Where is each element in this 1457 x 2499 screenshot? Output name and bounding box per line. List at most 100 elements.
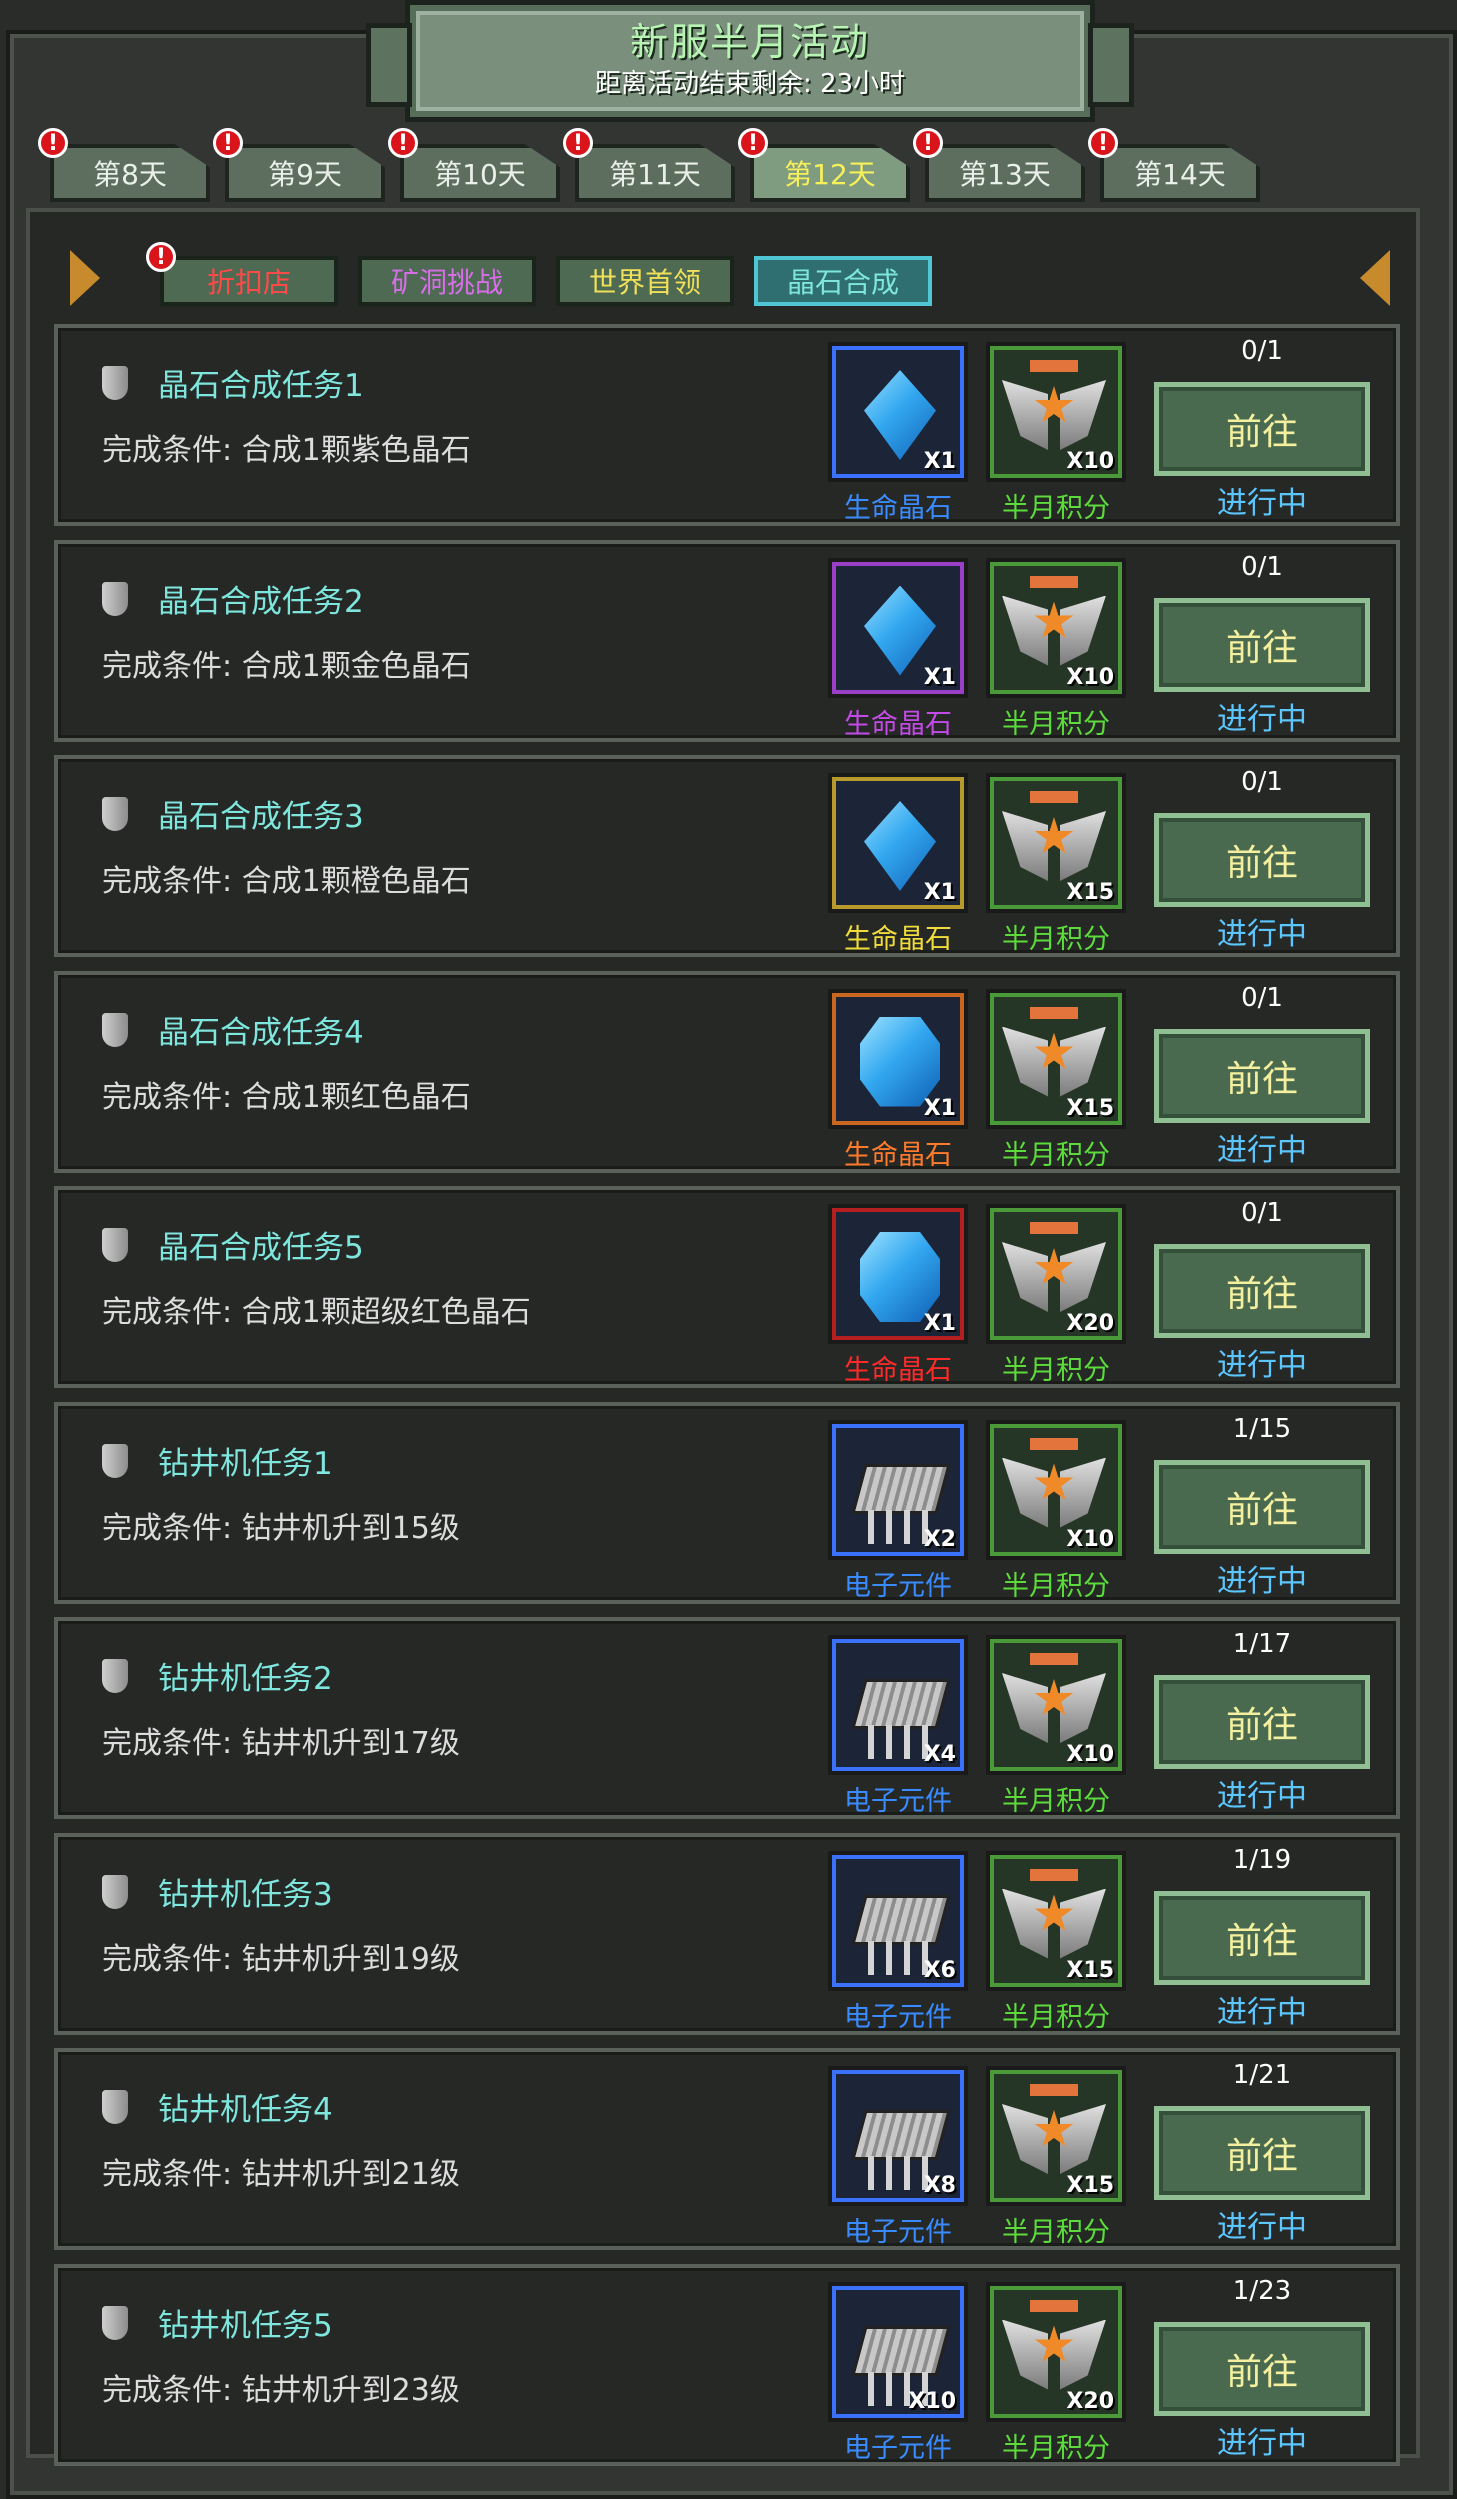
emblem-wing xyxy=(1060,595,1106,666)
item-reward-slot[interactable]: X1 xyxy=(828,342,968,482)
go-button[interactable]: 前往 xyxy=(1154,1890,1370,1985)
points-reward-slot[interactable]: X15 xyxy=(986,2066,1126,2206)
eagle-emblem-icon xyxy=(1002,2296,1106,2400)
emblem-wing xyxy=(1060,2319,1106,2390)
go-button[interactable]: 前往 xyxy=(1154,597,1370,692)
day-tab-wrap: 第8天! xyxy=(38,128,220,202)
shield-icon xyxy=(102,1012,128,1047)
points-reward-slot[interactable]: X15 xyxy=(986,1850,1126,1991)
item-name: 生命晶石 xyxy=(844,493,952,524)
day-tab[interactable]: 第8天 xyxy=(50,144,210,202)
points-quantity: X20 xyxy=(1066,1311,1114,1336)
go-button[interactable]: 前往 xyxy=(1154,2106,1370,2200)
day-tab[interactable]: 第9天 xyxy=(225,144,385,202)
emblem-bar xyxy=(1030,575,1078,588)
go-button[interactable]: 前往 xyxy=(1154,382,1370,476)
points-reward-slot[interactable]: X15 xyxy=(986,988,1126,1129)
task-status: 进行中 xyxy=(1217,2425,1307,2461)
emblem-bar xyxy=(1030,791,1078,803)
emblem-wing xyxy=(1002,811,1048,881)
task-status: 进行中 xyxy=(1217,917,1307,952)
task-row: 钻井机任务5 完成条件: 钻井机升到23级 X10 电子元件 X20 半月积分 1/23 前往… xyxy=(54,2263,1400,2466)
item-reward-slot[interactable]: X1 xyxy=(828,557,968,698)
task-title: 钻井机任务5 xyxy=(158,2307,333,2344)
task-panel: 折扣店! 矿洞挑战 世界首领 晶石合成 晶石合成任务1 完成条件: 合成1颗紫色晶石 X1… xyxy=(26,208,1420,2466)
emblem-bar xyxy=(1030,1222,1078,1234)
day-tabs: 第8天! 第9天! 第10天! 第11天! 第12天! 第13天! 第14天! xyxy=(38,128,1290,202)
day-tab[interactable]: 第11天 xyxy=(575,144,735,202)
go-button[interactable]: 前往 xyxy=(1154,1459,1370,1554)
item-reward-slot[interactable]: X2 xyxy=(828,1419,968,1560)
crystal-icon xyxy=(860,1232,940,1322)
item-reward-slot[interactable]: X1 xyxy=(828,773,968,913)
go-button[interactable]: 前往 xyxy=(1154,1028,1370,1123)
chip-body xyxy=(851,2325,951,2376)
title-banner: 新服半月活动 距离活动结束剩余: 23小时 xyxy=(366,0,1134,122)
day-tab[interactable]: 第10天 xyxy=(400,144,560,202)
category-tab[interactable]: 世界首领 xyxy=(556,256,734,306)
item-reward-slot[interactable]: X8 xyxy=(828,2066,968,2206)
item-reward-slot[interactable]: X1 xyxy=(828,1204,968,1344)
chip-body xyxy=(851,1894,951,1945)
points-reward-slot[interactable]: X15 xyxy=(986,773,1126,913)
task-condition: 完成条件: 钻井机升到15级 xyxy=(102,1510,460,1546)
item-reward-slot[interactable]: X1 xyxy=(828,988,968,1129)
crystal-icon xyxy=(860,1016,940,1107)
category-tab[interactable]: 折扣店 xyxy=(160,256,338,306)
task-condition: 完成条件: 钻井机升到17级 xyxy=(102,1726,460,1761)
task-status: 进行中 xyxy=(1217,486,1307,521)
points-quantity: X10 xyxy=(1066,449,1114,474)
task-row: 钻井机任务3 完成条件: 钻井机升到19级 X6 电子元件 X15 半月积分 1/19 前往进… xyxy=(54,1832,1400,2035)
task-title: 晶石合成任务5 xyxy=(158,1230,364,1266)
day-tab[interactable]: 第13天 xyxy=(925,144,1085,202)
item-reward-slot[interactable]: X4 xyxy=(828,1635,968,1775)
chip-leg xyxy=(868,2371,874,2406)
points-reward-slot[interactable]: X10 xyxy=(986,342,1126,482)
points-reward-slot[interactable]: X10 xyxy=(986,1419,1126,1560)
points-reward-slot[interactable]: X20 xyxy=(986,2281,1126,2422)
task-condition: 完成条件: 合成1颗红色晶石 xyxy=(102,1079,471,1115)
alert-icon: ! xyxy=(213,128,243,158)
go-button[interactable]: 前往 xyxy=(1154,813,1370,907)
task-row: 钻井机任务2 完成条件: 钻井机升到17级 X4 电子元件 X10 半月积分 1/17 前往进… xyxy=(54,1617,1400,1819)
go-button[interactable]: 前往 xyxy=(1154,1675,1370,1769)
task-status: 进行中 xyxy=(1217,701,1307,737)
points-quantity: X15 xyxy=(1066,1095,1114,1121)
item-name: 电子元件 xyxy=(844,2432,952,2464)
category-tab[interactable]: 晶石合成 xyxy=(754,256,932,306)
item-quantity: X1 xyxy=(923,664,956,690)
day-tab-wrap: 第10天! xyxy=(388,128,570,202)
alert-icon: ! xyxy=(388,128,418,158)
emblem-bar xyxy=(1030,1437,1078,1450)
points-reward-slot[interactable]: X10 xyxy=(986,1635,1126,1775)
task-condition: 完成条件: 合成1颗紫色晶石 xyxy=(102,433,471,468)
eagle-emblem-icon xyxy=(1002,356,1106,460)
item-reward-slot[interactable]: X10 xyxy=(828,2281,968,2422)
eagle-emblem-icon xyxy=(1002,1003,1106,1107)
emblem-bar xyxy=(1030,1653,1078,1665)
task-row: 晶石合成任务3 完成条件: 合成1颗橙色晶石 X1 生命晶石 X15 半月积分 0/1 前往进… xyxy=(54,755,1400,957)
chip-body xyxy=(851,1679,951,1729)
points-reward-slot[interactable]: X10 xyxy=(986,557,1126,698)
prev-arrow-icon[interactable] xyxy=(70,250,100,306)
chip-body xyxy=(851,1463,951,1514)
emblem-wing xyxy=(1002,2104,1048,2174)
points-name: 半月积分 xyxy=(1002,1355,1110,1386)
points-quantity: X15 xyxy=(1066,880,1114,905)
category-tab[interactable]: 矿洞挑战 xyxy=(358,256,536,306)
day-tab[interactable]: 第12天 xyxy=(750,144,910,202)
shield-icon xyxy=(102,1659,128,1693)
emblem-wing xyxy=(1060,1888,1106,1959)
emblem-wing xyxy=(1060,1673,1106,1743)
chip-leg xyxy=(868,2156,874,2190)
go-button[interactable]: 前往 xyxy=(1154,1244,1370,1338)
points-reward-slot[interactable]: X20 xyxy=(986,1204,1126,1344)
day-tab[interactable]: 第14天 xyxy=(1100,144,1260,202)
item-quantity: X8 xyxy=(923,2173,956,2198)
go-button[interactable]: 前往 xyxy=(1154,2321,1370,2416)
next-arrow-icon[interactable] xyxy=(1360,250,1390,306)
chip-leg xyxy=(868,1725,874,1759)
item-name: 电子元件 xyxy=(844,2217,952,2248)
item-reward-slot[interactable]: X6 xyxy=(828,1850,968,1991)
item-quantity: X10 xyxy=(908,2388,956,2414)
